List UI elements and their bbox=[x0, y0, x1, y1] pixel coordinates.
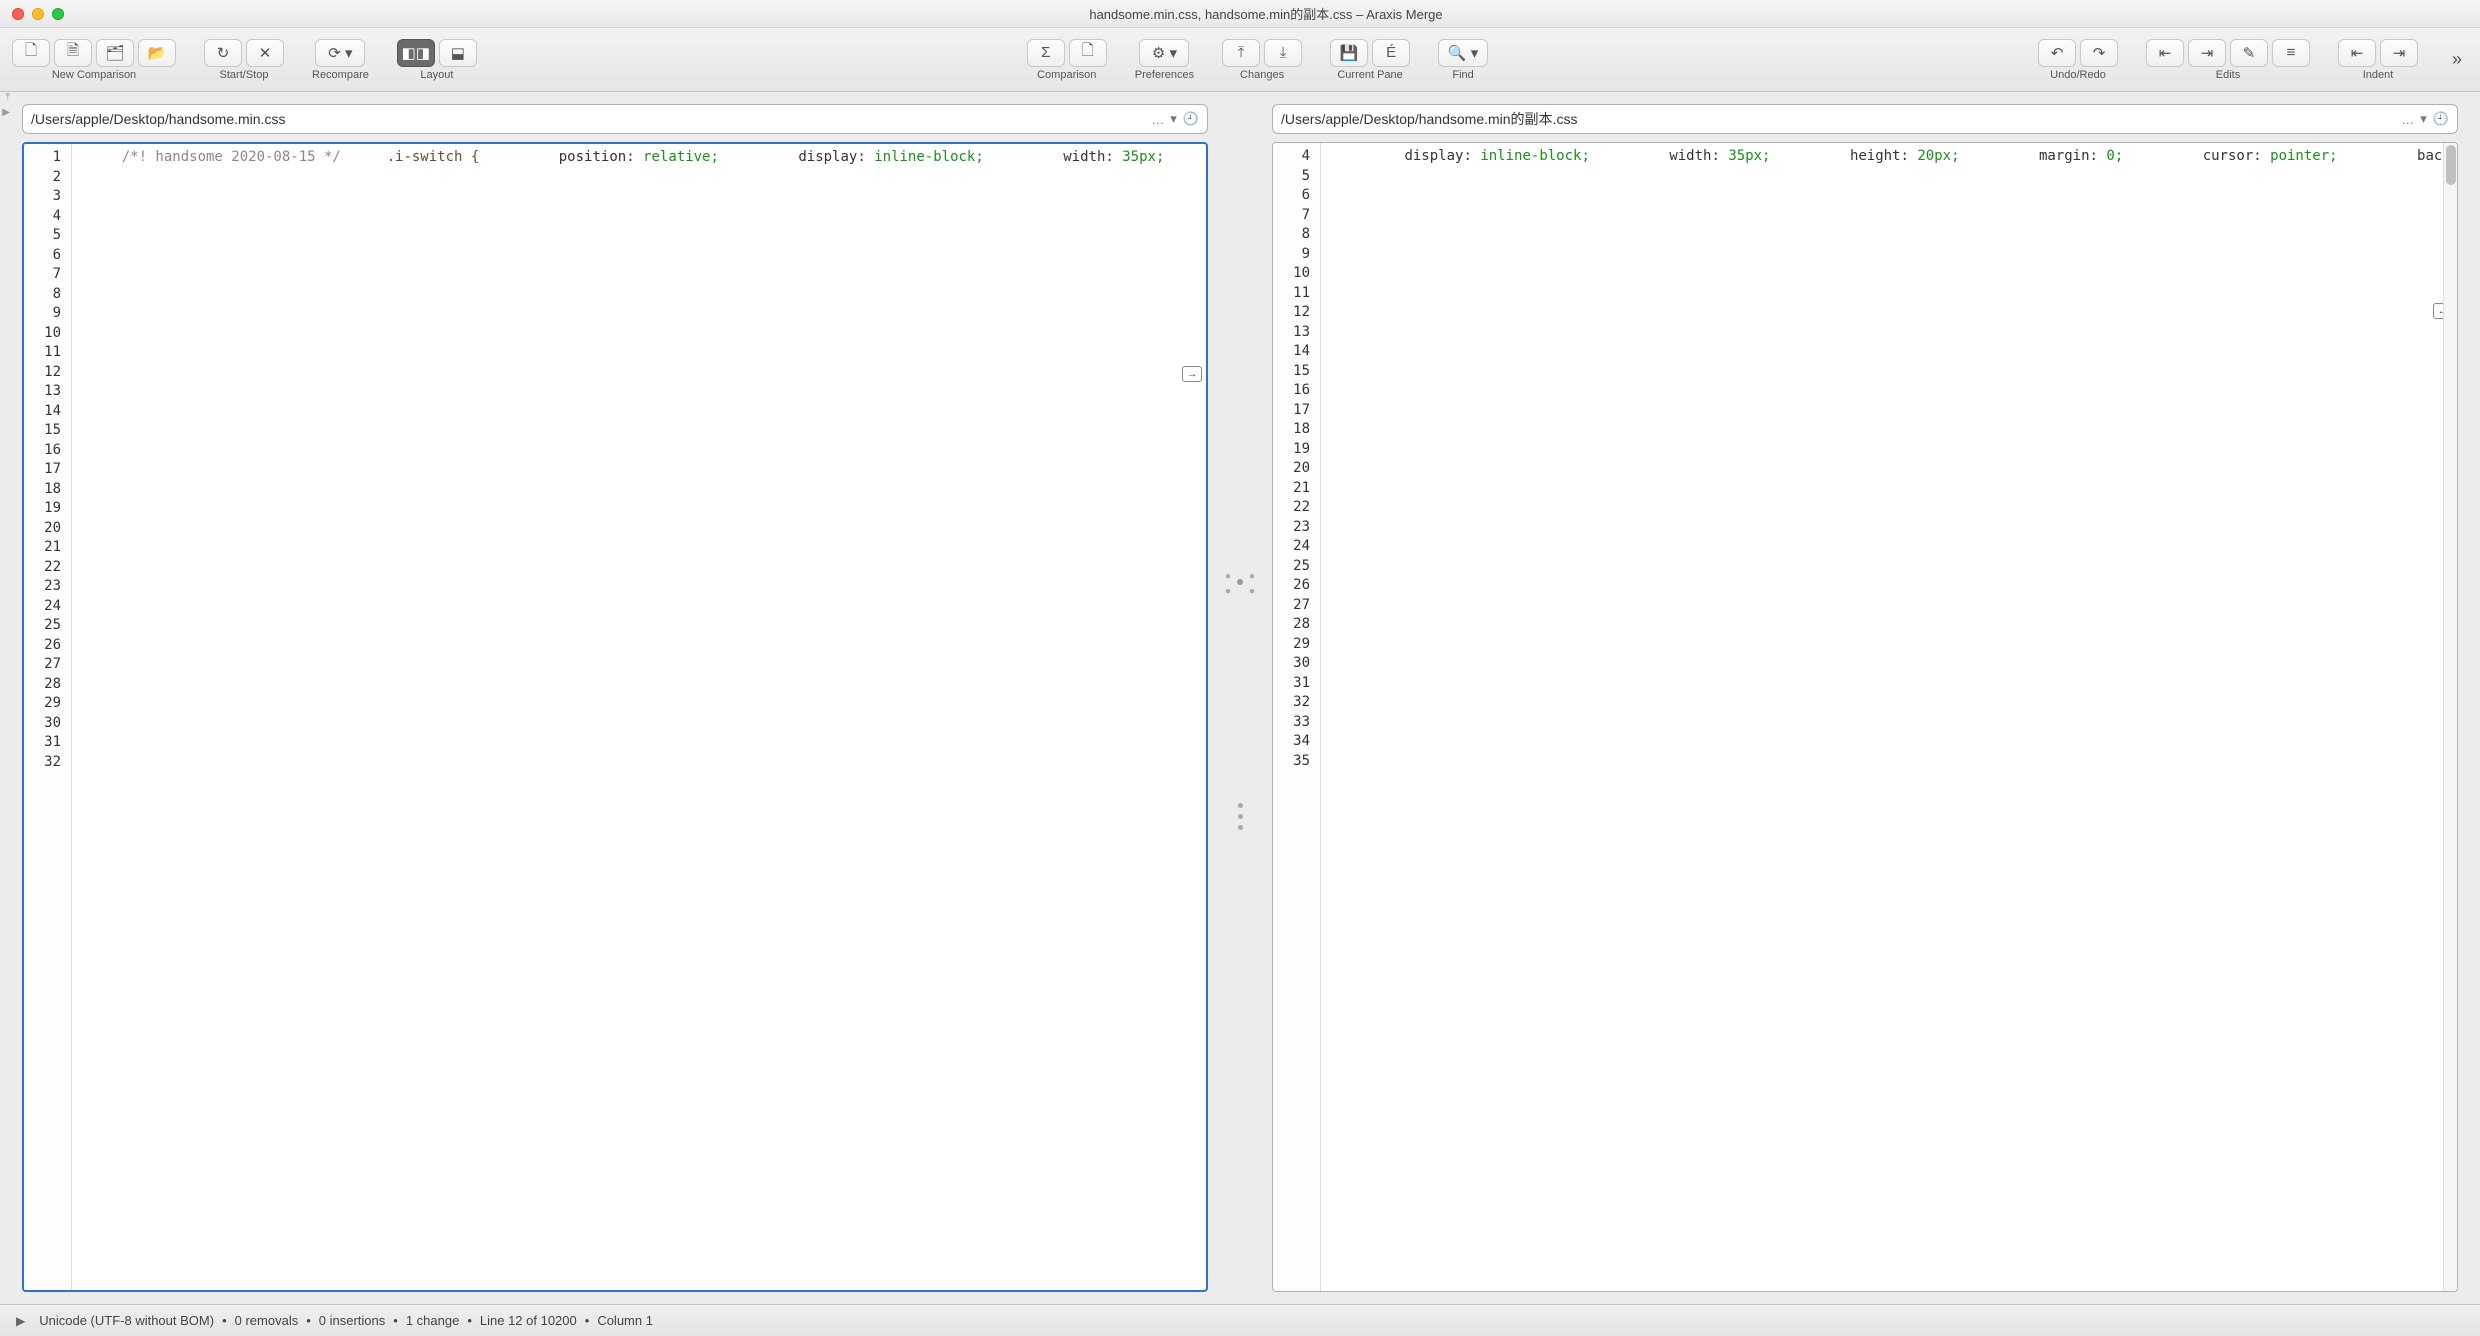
toolbar: 🗋 🗎 🗂 📂 New Comparison ↻ ✕ Start/Stop ⟳ … bbox=[0, 28, 2480, 92]
new-binary-compare-button[interactable]: 🗎 bbox=[54, 39, 92, 67]
left-editor[interactable]: 1234567891011121314151617181920212223242… bbox=[22, 142, 1208, 1292]
edit-pane-button[interactable]: É bbox=[1372, 39, 1410, 67]
left-path-text: /Users/apple/Desktop/handsome.min.css bbox=[31, 111, 1145, 127]
edit-4-button[interactable]: ≡ bbox=[2272, 39, 2310, 67]
toolbar-group-label: Changes bbox=[1240, 69, 1284, 81]
edit-3-button[interactable]: ✎ bbox=[2230, 39, 2268, 67]
open-button[interactable]: 📂 bbox=[138, 39, 176, 67]
save-pane-button[interactable]: 💾 bbox=[1330, 39, 1368, 67]
toolbar-group-label: Preferences bbox=[1135, 69, 1194, 81]
undo-button[interactable]: ↶ bbox=[2038, 39, 2076, 67]
status-removals: 0 removals bbox=[235, 1313, 299, 1328]
right-gutter: 4567891011121314151617181920212223242526… bbox=[1273, 143, 1321, 1291]
toolbar-group-label: Layout bbox=[420, 69, 453, 81]
path-history-icon[interactable]: 🕘 bbox=[1183, 111, 1199, 127]
window-close-button[interactable] bbox=[12, 8, 24, 20]
title-bar: handsome.min.css, handsome.min的副本.css – … bbox=[0, 0, 2480, 28]
outdent-button[interactable]: ⇤ bbox=[2338, 39, 2376, 67]
status-play-icon[interactable]: ▶ bbox=[16, 1314, 25, 1328]
layout-horizontal-button[interactable]: ◧◨ bbox=[397, 39, 435, 67]
right-scrollbar-v[interactable] bbox=[2443, 143, 2457, 1291]
prev-change-button[interactable]: ⤒ bbox=[1222, 39, 1260, 67]
status-column: Column 1 bbox=[597, 1313, 653, 1328]
indent-button[interactable]: ⇥ bbox=[2380, 39, 2418, 67]
toolbar-group-label: Comparison bbox=[1037, 69, 1096, 81]
left-code[interactable]: /*! handsome 2020-08-15 */ .i-switch { p… bbox=[72, 144, 1206, 1290]
status-position: Line 12 of 10200 bbox=[480, 1313, 577, 1328]
toolbar-group-label: New Comparison bbox=[52, 69, 136, 81]
right-path-text: /Users/apple/Desktop/handsome.min的副本.css bbox=[1281, 109, 2395, 129]
toolbar-group-label: Indent bbox=[2363, 69, 2394, 81]
comparison-doc-button[interactable]: 🗋 bbox=[1069, 39, 1107, 67]
comparison-sigma-button[interactable]: Σ bbox=[1027, 39, 1065, 67]
toolbar-group-label: Start/Stop bbox=[220, 69, 269, 81]
preferences-button[interactable]: ⚙ ▾ bbox=[1139, 39, 1189, 67]
toolbar-group-label: Find bbox=[1452, 69, 1473, 81]
path-dropdown-icon[interactable]: ▾ bbox=[2420, 111, 2427, 127]
pane-play-icon[interactable]: ▶ bbox=[2, 107, 10, 118]
toolbar-group-label: Recompare bbox=[312, 69, 369, 81]
window-title: handsome.min.css, handsome.min的副本.css – … bbox=[64, 4, 2468, 23]
right-code[interactable]: display: inline-block; width: 35px; heig… bbox=[1321, 143, 2457, 1291]
status-changes: 1 change bbox=[406, 1313, 460, 1328]
find-button[interactable]: 🔍 ▾ bbox=[1438, 39, 1488, 67]
layout-vertical-button[interactable]: ⬓ bbox=[439, 39, 477, 67]
edit-2-button[interactable]: ⇥ bbox=[2188, 39, 2226, 67]
edit-1-button[interactable]: ⇤ bbox=[2146, 39, 2184, 67]
restart-button[interactable]: ↻ bbox=[204, 39, 242, 67]
path-ellipsis-icon[interactable]: … bbox=[1151, 112, 1164, 127]
new-folder-compare-button[interactable]: 🗂 bbox=[96, 39, 134, 67]
main-area: ⤒ ▶ /Users/apple/Desktop/handsome.min.cs… bbox=[0, 92, 2480, 1304]
path-dropdown-icon[interactable]: ▾ bbox=[1170, 111, 1177, 127]
left-pane: /Users/apple/Desktop/handsome.min.css … … bbox=[10, 92, 1220, 1304]
scroll-thumb[interactable] bbox=[2446, 145, 2456, 185]
window-minimize-button[interactable] bbox=[32, 8, 44, 20]
left-gutter: 1234567891011121314151617181920212223242… bbox=[24, 144, 72, 1290]
next-change-button[interactable]: ⤓ bbox=[1264, 39, 1302, 67]
center-handle[interactable] bbox=[1238, 803, 1243, 830]
stop-button[interactable]: ✕ bbox=[246, 39, 284, 67]
window-zoom-button[interactable] bbox=[52, 8, 64, 20]
status-encoding: Unicode (UTF-8 without BOM) bbox=[39, 1313, 214, 1328]
path-history-icon[interactable]: 🕘 bbox=[2433, 111, 2449, 127]
right-editor[interactable]: 4567891011121314151617181920212223242526… bbox=[1272, 142, 2458, 1292]
redo-button[interactable]: ↷ bbox=[2080, 39, 2118, 67]
status-insertions: 0 insertions bbox=[319, 1313, 385, 1328]
left-path-bar[interactable]: /Users/apple/Desktop/handsome.min.css … … bbox=[22, 104, 1208, 134]
center-marker-icon bbox=[1237, 579, 1243, 585]
toolbar-group-label: Undo/Redo bbox=[2050, 69, 2106, 81]
recompare-button[interactable]: ⟳ ▾ bbox=[315, 39, 365, 67]
status-bar: ▶ Unicode (UTF-8 without BOM) • 0 remova… bbox=[0, 1304, 2480, 1336]
right-pane: /Users/apple/Desktop/handsome.min的副本.css… bbox=[1260, 92, 2470, 1304]
push-right-button[interactable]: → bbox=[1182, 366, 1202, 382]
path-ellipsis-icon[interactable]: … bbox=[2401, 112, 2414, 127]
center-strip: ●● ●● bbox=[1220, 92, 1260, 1304]
new-text-compare-button[interactable]: 🗋 bbox=[12, 39, 50, 67]
toolbar-group-label: Current Pane bbox=[1337, 69, 1402, 81]
toolbar-overflow-button[interactable]: » bbox=[2446, 49, 2468, 70]
right-path-bar[interactable]: /Users/apple/Desktop/handsome.min的副本.css… bbox=[1272, 104, 2458, 134]
toolbar-group-label: Edits bbox=[2216, 69, 2240, 81]
